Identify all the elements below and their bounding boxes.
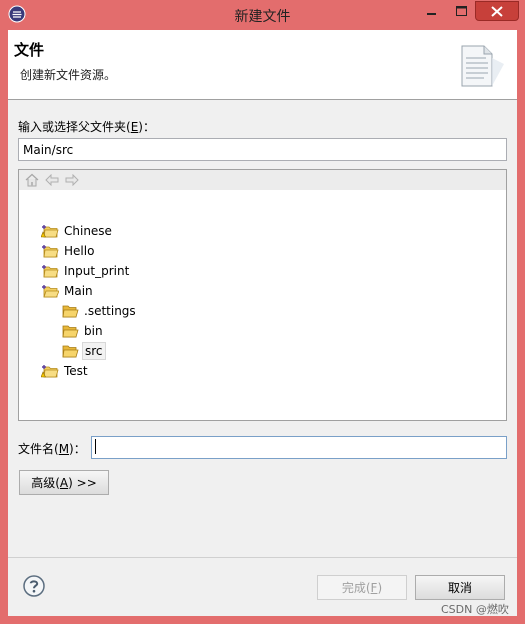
tree-item-src[interactable]: src [61, 341, 106, 361]
dialog-client-area: 文件 创建新文件资源。 输入或选择父文件夹(E)： Main/src Chine… [8, 30, 517, 616]
folder-icon [62, 305, 79, 318]
tree-toolbar [19, 170, 506, 190]
maximize-icon [455, 6, 467, 16]
forward-button[interactable] [64, 172, 80, 188]
tree-item-label: Test [64, 364, 88, 378]
folder-tree[interactable]: Chinese Hello Input_print Main .settings… [18, 169, 507, 421]
parent-folder-label: 输入或选择父文件夹(E)： [18, 118, 155, 135]
file-name-label-text: 文件名( [18, 442, 59, 456]
file-name-label-suffix: )： [69, 442, 86, 456]
tree-item-bin[interactable]: bin [61, 321, 105, 341]
finish-label-suffix: ) [377, 580, 383, 595]
file-name-input[interactable] [91, 436, 507, 459]
project-folder-icon [42, 265, 59, 278]
tree-item-label: bin [84, 324, 103, 338]
close-button[interactable] [475, 1, 519, 21]
footer-separator [8, 557, 517, 558]
parent-folder-label-suffix: )： [138, 120, 155, 134]
advanced-label: 高级( [31, 476, 60, 490]
tree-item-settings[interactable]: .settings [61, 301, 138, 321]
minimize-button[interactable] [417, 1, 447, 21]
wizard-header: 文件 创建新文件资源。 [8, 30, 517, 100]
project-folder-warning-icon [41, 225, 59, 238]
forward-arrow-icon [65, 174, 79, 186]
tree-item-chinese[interactable]: Chinese [41, 221, 114, 241]
tree-item-input-print[interactable]: Input_print [41, 261, 131, 281]
tree-item-test[interactable]: Test [41, 361, 90, 381]
close-icon [491, 5, 503, 17]
tree-item-hello[interactable]: Hello [41, 241, 96, 261]
finish-button[interactable]: 完成(F) [317, 575, 407, 600]
title-bar[interactable]: 新建文件 [0, 0, 525, 30]
csdn-watermark: CSDN @燃吹 [441, 603, 509, 616]
home-button[interactable] [24, 172, 40, 188]
folder-icon [62, 325, 79, 338]
maximize-button[interactable] [447, 1, 475, 21]
finish-label: 完成( [341, 581, 371, 595]
parent-folder-input[interactable] [18, 138, 507, 161]
home-icon [25, 173, 39, 187]
tree-item-label: Hello [64, 244, 95, 258]
file-name-label: 文件名(M)： [18, 440, 86, 457]
advanced-mnemonic: A [59, 475, 69, 490]
help-icon[interactable] [23, 575, 45, 597]
dialog-window: 新建文件 文件 创建新文件资源。 输入或选择父文件夹(E)： Main/src … [0, 0, 525, 624]
tree-item-label: .settings [84, 304, 136, 318]
minimize-icon [427, 13, 436, 15]
advanced-button[interactable]: 高级(A) >> [19, 470, 109, 495]
tree-item-label: Input_print [64, 264, 130, 278]
finish-mnemonic: F [370, 580, 378, 595]
parent-folder-label-text: 输入或选择父文件夹( [18, 120, 131, 134]
file-name-label-mnemonic: M [58, 442, 70, 456]
folder-icon [62, 345, 79, 358]
new-file-wizard-icon [461, 45, 504, 87]
back-button[interactable] [44, 172, 60, 188]
page-title: 文件 [14, 41, 45, 59]
project-folder-warning-icon [41, 365, 59, 378]
project-folder-open-icon [42, 285, 59, 298]
tree-item-label: Chinese [64, 224, 112, 238]
advanced-label-suffix: ) >> [68, 475, 97, 490]
page-description: 创建新文件资源。 [20, 68, 117, 82]
back-arrow-icon [45, 174, 59, 186]
cancel-button[interactable]: 取消 [415, 575, 505, 600]
tree-item-main[interactable]: Main [41, 281, 95, 301]
project-folder-icon [42, 245, 59, 258]
tree-item-label: src [82, 342, 106, 360]
tree-item-label: Main [64, 284, 93, 298]
